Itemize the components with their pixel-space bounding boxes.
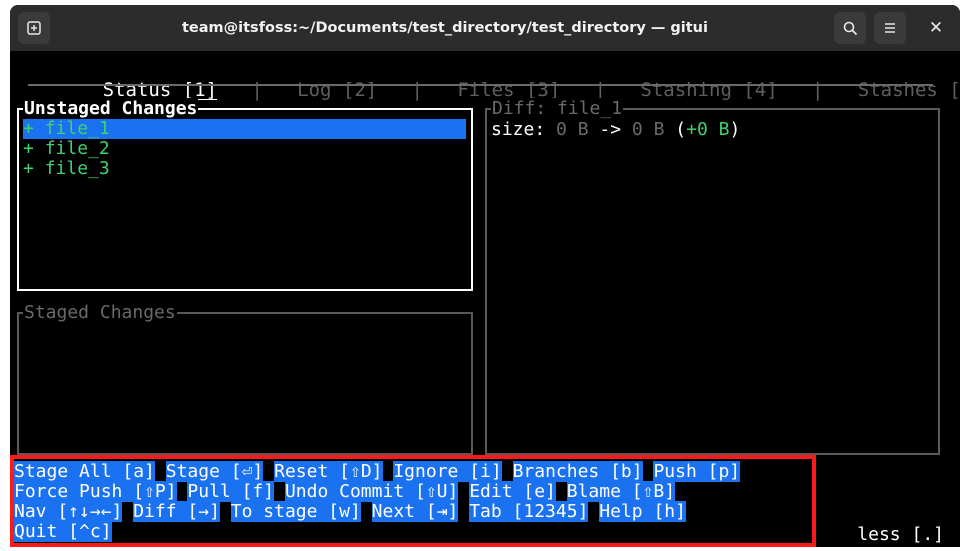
stage-all-command[interactable]: Stage All [a] <box>14 461 155 482</box>
tab-bar: Status [1] | Log [2] | Files [3] | Stash… <box>34 54 960 101</box>
close-icon: ✕ <box>928 18 944 38</box>
diff-size-line: size: 0 B -> 0 B (+0 B) <box>491 119 741 140</box>
close-button[interactable]: ✕ <box>920 12 952 44</box>
command-line-2: Force Push [⇧P] Pull [f] Undo Commit [⇧U… <box>14 481 676 502</box>
command-line-1: Stage All [a] Stage [⏎] Reset [⇧D] Ignor… <box>14 461 741 482</box>
list-item[interactable]: + file_3 <box>23 159 110 179</box>
command-bar-highlight: Stage All [a] Stage [⏎] Reset [⇧D] Ignor… <box>10 455 816 547</box>
force-push-command[interactable]: Force Push [⇧P] <box>14 481 177 502</box>
window-title: team@itsfoss:~/Documents/test_directory/… <box>182 20 708 36</box>
tab-log[interactable]: Log [2] <box>297 78 377 102</box>
help-command[interactable]: Help [h] <box>599 501 686 522</box>
terminal-window: team@itsfoss:~/Documents/test_directory/… <box>10 5 960 547</box>
tab-separator: | <box>812 79 824 101</box>
search-icon <box>843 21 857 35</box>
undo-commit-command[interactable]: Undo Commit [⇧U] <box>284 481 459 502</box>
branches-command[interactable]: Branches [b] <box>512 461 643 482</box>
tab-separator: | <box>251 79 263 101</box>
nav-command[interactable]: Nav [↑↓→←] <box>14 501 123 522</box>
unstaged-changes-panel[interactable]: Unstaged Changes + file_1 + file_2 + fil… <box>17 98 473 291</box>
tab-separator: | <box>411 79 423 101</box>
diff-panel-title: Diff: file_1 <box>491 98 624 120</box>
blame-command[interactable]: Blame [⇧B] <box>566 481 676 502</box>
tab-stashing[interactable]: Stashing [4] <box>640 78 777 102</box>
list-item[interactable]: + file_2 <box>23 139 110 159</box>
stage-command[interactable]: Stage [⏎] <box>165 461 264 482</box>
new-tab-button[interactable] <box>18 12 50 44</box>
command-line-3: Nav [↑↓→←] Diff [→] To stage [w] Next [⇥… <box>14 501 686 522</box>
tab-divider <box>28 84 933 86</box>
pull-command[interactable]: Pull [f] <box>187 481 275 502</box>
pager-indicator[interactable]: less [.] <box>857 524 944 546</box>
diff-command[interactable]: Diff [→] <box>133 501 220 522</box>
to-stage-command[interactable]: To stage [w] <box>230 501 361 522</box>
tab-stashes[interactable]: Stashes [5] <box>858 78 960 102</box>
push-command[interactable]: Push [p] <box>653 461 741 482</box>
search-button[interactable] <box>834 12 866 44</box>
quit-command[interactable]: Quit [^c] <box>14 521 112 542</box>
title-bar: team@itsfoss:~/Documents/test_directory/… <box>10 5 960 51</box>
staged-panel-title: Staged Changes <box>23 302 177 324</box>
terminal-content: Status [1] | Log [2] | Files [3] | Stash… <box>10 51 960 547</box>
list-item[interactable]: + file_1 <box>23 119 466 139</box>
staged-changes-panel[interactable]: Staged Changes <box>17 302 473 455</box>
edit-command[interactable]: Edit [e] <box>469 481 556 502</box>
next-command[interactable]: Next [⇥] <box>371 501 459 522</box>
tab-separator <box>217 78 251 102</box>
new-tab-icon <box>27 21 41 35</box>
ignore-command[interactable]: Ignore [i] <box>393 461 502 482</box>
command-line-4: Quit [^c] <box>14 521 112 542</box>
menu-button[interactable] <box>874 12 906 44</box>
unstaged-panel-title: Unstaged Changes <box>23 98 199 120</box>
diff-panel[interactable]: Diff: file_1 size: 0 B -> 0 B (+0 B) <box>485 98 940 455</box>
tab-command[interactable]: Tab [12345] <box>469 501 589 522</box>
reset-command[interactable]: Reset [⇧D] <box>274 461 383 482</box>
hamburger-menu-icon <box>885 23 895 33</box>
